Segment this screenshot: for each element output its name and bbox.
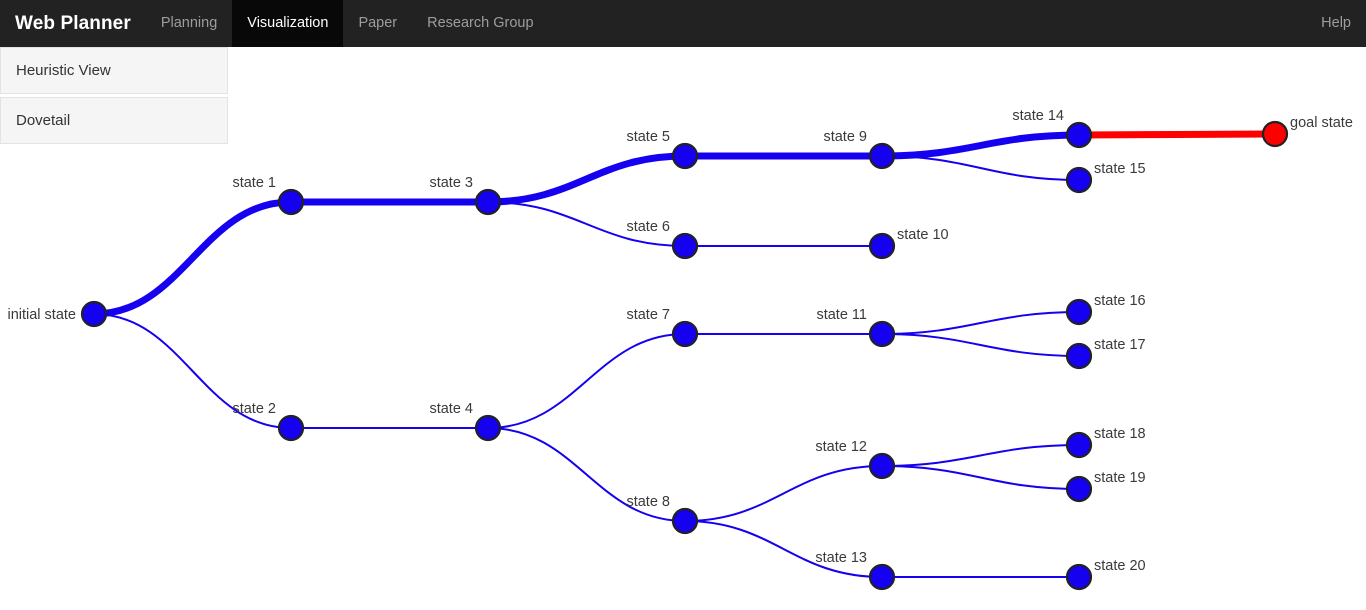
nav-link-planning[interactable]: Planning [146,0,232,47]
graph-node-s7[interactable] [671,320,699,348]
graph-edge [93,313,292,429]
nav-link-visualization[interactable]: Visualization [232,0,344,47]
navbar-left-group: Web Planner Planning Visualization Paper… [0,0,549,47]
nav-item-1[interactable]: Visualization [232,0,344,47]
graph-node-label-s11: state 11 [816,307,867,323]
graph-node-label-s14: state 14 [1012,108,1064,124]
graph-edge [881,333,1080,357]
graph-edge [487,201,686,247]
graph-node-s8[interactable] [671,507,699,535]
graph-node-label-s17: state 17 [1094,337,1146,353]
graph-node-s20[interactable] [1065,563,1093,591]
graph-node-label-s6: state 6 [626,219,670,235]
graph-node-s5[interactable] [671,142,699,170]
graph-node-s2[interactable] [277,414,305,442]
graph-node-s1[interactable] [277,188,305,216]
graph-edge [90,198,295,318]
graph-node-label-s19: state 19 [1094,470,1146,486]
graph-node-s10[interactable] [868,232,896,260]
graph-node-s12[interactable] [868,452,896,480]
nav-item-2[interactable]: Paper [343,0,412,47]
brand-logo[interactable]: Web Planner [0,0,146,47]
navbar: Web Planner Planning Visualization Paper… [0,0,1366,47]
graph-edge [1075,130,1279,139]
search-tree-svg: initial state state 1 state 2 state 3 state … [7,108,1353,591]
graph-node-label-initial: initial state [7,307,76,323]
graph-edge [881,155,1080,181]
graph-node-s4[interactable] [474,414,502,442]
graph-node-s16[interactable] [1065,298,1093,326]
graph-node-label-s12: state 12 [815,439,867,455]
graph-node-label-s9: state 9 [823,129,867,145]
nav-link-paper[interactable]: Paper [343,0,412,47]
graph-node-s13[interactable] [868,563,896,591]
graph-node-label-s10: state 10 [897,227,949,243]
graph-edge [684,465,883,522]
graph-node-s9[interactable] [868,142,896,170]
graph-edge [684,520,883,578]
graph-node-label-s5: state 5 [626,129,670,145]
graph-node-label-s13: state 13 [815,550,867,566]
graph-node-goal[interactable] [1261,120,1289,148]
graph-node-label-s3: state 3 [429,175,473,191]
graph-node-label-s7: state 7 [626,307,670,323]
graph-edge [878,131,1083,160]
nav-link-research-group[interactable]: Research Group [412,0,548,47]
navbar-right-group: Help [1306,0,1366,47]
graph-node-label-s20: state 20 [1094,558,1146,574]
nav-item-0[interactable]: Planning [146,0,232,47]
graph-edge [881,465,1080,490]
graph-edge [487,427,686,522]
graph-edge [487,333,686,429]
graph-node-label-goal: goal state [1290,115,1353,131]
graph-edge [881,444,1080,467]
graph-node-s11[interactable] [868,320,896,348]
graph-node-s6[interactable] [671,232,699,260]
graph-canvas: initial state state 1 state 2 state 3 state … [0,47,1366,610]
graph-node-s15[interactable] [1065,166,1093,194]
graph-node-label-s16: state 16 [1094,293,1146,309]
graph-node-label-s4: state 4 [429,401,473,417]
graph-node-label-s2: state 2 [232,401,276,417]
graph-node-s18[interactable] [1065,431,1093,459]
graph-node-s14[interactable] [1065,121,1093,149]
graph-edge [484,152,689,206]
graph-node-label-s1: state 1 [232,175,276,191]
graph-edge [881,311,1080,335]
nodes-layer [80,120,1289,591]
nav-item-help[interactable]: Help [1306,0,1366,47]
graph-node-initial[interactable] [80,300,108,328]
nav-item-3[interactable]: Research Group [412,0,548,47]
graph-node-s17[interactable] [1065,342,1093,370]
graph-node-label-s15: state 15 [1094,161,1146,177]
nav-link-help[interactable]: Help [1306,0,1366,47]
graph-node-s19[interactable] [1065,475,1093,503]
graph-node-label-s18: state 18 [1094,426,1146,442]
graph-node-s3[interactable] [474,188,502,216]
